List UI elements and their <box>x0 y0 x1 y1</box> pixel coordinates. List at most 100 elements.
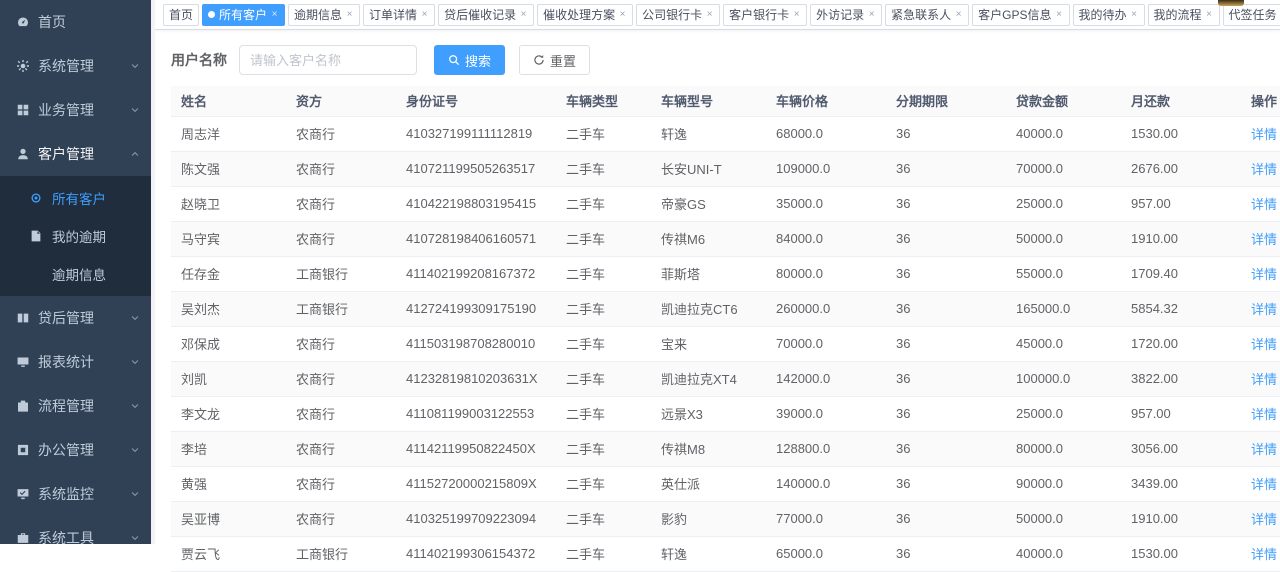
sidebar-item-4[interactable]: 系统监控 <box>0 472 151 516</box>
cell-vehicle-type: 二手车 <box>556 396 651 431</box>
sidebar-item-3[interactable]: 办公管理 <box>0 428 151 472</box>
cell-loan: 25000.0 <box>1006 186 1121 221</box>
detail-link[interactable]: 详情 <box>1251 232 1277 247</box>
sidebar-item-3[interactable]: 客户管理 <box>0 132 151 176</box>
table-row[interactable]: 赵晓卫 农商行 410422198803195415 二手车 帝豪GS 3500… <box>171 186 1280 221</box>
tab-12[interactable]: 我的流程 × <box>1148 4 1220 26</box>
box-icon <box>15 442 31 458</box>
sidebar-item-2[interactable]: 流程管理 <box>0 384 151 428</box>
detail-link[interactable]: 详情 <box>1251 197 1277 212</box>
close-icon[interactable]: × <box>270 10 279 20</box>
cell-loan: 80000.0 <box>1006 431 1121 466</box>
detail-link[interactable]: 详情 <box>1251 512 1277 527</box>
detail-link[interactable]: 详情 <box>1251 407 1277 422</box>
sidebar-item-5[interactable]: 系统工具 <box>0 516 151 560</box>
detail-link[interactable]: 详情 <box>1251 477 1277 492</box>
avatar[interactable] <box>1218 0 1244 6</box>
tab-5[interactable]: 催收处理方案 × <box>537 4 633 26</box>
table-row[interactable]: 邓保成 农商行 411503198708280010 二手车 宝来 70000.… <box>171 326 1280 361</box>
refresh-icon <box>533 54 545 66</box>
cell-funder: 农商行 <box>286 116 396 151</box>
detail-link[interactable]: 详情 <box>1251 372 1277 387</box>
table-row[interactable]: 贾云飞 工商银行 411402199306154372 二手车 轩逸 65000… <box>171 536 1280 571</box>
search-button[interactable]: 搜索 <box>434 45 505 75</box>
table-row[interactable]: 吴刘杰 工商银行 412724199309175190 二手车 凯迪拉克CT6 … <box>171 291 1280 326</box>
sidebar: 首页 系统管理 业务管理 客户管理 所有客户 我的逾期 逾期信息 贷后管理 报表… <box>0 0 151 544</box>
tab-7[interactable]: 客户银行卡 × <box>723 4 807 26</box>
table-row[interactable]: 周志洋 农商行 410327199111112819 二手车 轩逸 68000.… <box>171 116 1280 151</box>
column-header-8: 月还款 <box>1121 86 1241 116</box>
tab-9[interactable]: 紧急联系人 × <box>885 4 969 26</box>
cell-monthly: 957.00 <box>1121 186 1241 221</box>
close-icon[interactable]: × <box>1205 10 1214 20</box>
search-label: 用户名称 <box>171 50 227 70</box>
close-icon[interactable]: × <box>705 10 714 20</box>
table-row[interactable]: 马守宾 农商行 410728198406160571 二手车 传祺M6 8400… <box>171 221 1280 256</box>
cell-id-number: 410728198406160571 <box>396 221 556 256</box>
close-icon[interactable]: × <box>1055 10 1064 20</box>
cell-term: 36 <box>886 501 1006 536</box>
search-input[interactable] <box>239 45 417 75</box>
chevron-down-icon <box>129 105 141 115</box>
detail-link[interactable]: 详情 <box>1251 442 1277 457</box>
chevron-down-icon <box>129 313 141 323</box>
tab-8[interactable]: 外访记录 × <box>810 4 882 26</box>
detail-link[interactable]: 详情 <box>1251 267 1277 282</box>
sidebar-subitem-2[interactable]: 逾期信息 <box>0 255 151 293</box>
close-icon[interactable]: × <box>792 10 801 20</box>
chevron-down-icon <box>129 533 141 543</box>
table-row[interactable]: 刘凯 农商行 41232819810203631X 二手车 凯迪拉克XT4 14… <box>171 361 1280 396</box>
close-icon[interactable]: × <box>618 10 627 20</box>
tab-3[interactable]: 订单详情 × <box>363 4 435 26</box>
tab-2[interactable]: 逾期信息 × <box>288 4 360 26</box>
table-row[interactable]: 李文龙 农商行 411081199003122553 二手车 远景X3 3900… <box>171 396 1280 431</box>
cell-action: 详情 <box>1241 256 1280 291</box>
tab-1[interactable]: 所有客户 × <box>202 4 285 26</box>
tab-11[interactable]: 我的待办 × <box>1073 4 1145 26</box>
sidebar-item-1[interactable]: 系统管理 <box>0 44 151 88</box>
close-icon[interactable]: × <box>519 10 528 20</box>
cell-name: 吴刘杰 <box>171 291 286 326</box>
table-row[interactable]: 吴亚博 农商行 410325199709223094 二手车 影豹 77000.… <box>171 501 1280 536</box>
sidebar-item-1[interactable]: 报表统计 <box>0 340 151 384</box>
close-icon[interactable]: × <box>1130 10 1139 20</box>
cell-price: 35000.0 <box>766 186 886 221</box>
cell-id-number: 411402199208167372 <box>396 256 556 291</box>
sidebar-item-0[interactable]: 首页 <box>0 0 151 44</box>
cell-name: 吴亚博 <box>171 501 286 536</box>
detail-link[interactable]: 详情 <box>1251 547 1277 562</box>
sidebar-scrollbar[interactable] <box>151 0 155 544</box>
sidebar-subitem-1[interactable]: 我的逾期 <box>0 217 151 255</box>
tab-10[interactable]: 客户GPS信息 × <box>972 4 1069 26</box>
tab-13[interactable]: 代签任务 × <box>1223 4 1280 26</box>
detail-link[interactable]: 详情 <box>1251 337 1277 352</box>
dashboard-icon <box>15 14 31 30</box>
close-icon[interactable]: × <box>345 10 354 20</box>
detail-link[interactable]: 详情 <box>1251 127 1277 142</box>
table-row[interactable]: 任存金 工商银行 411402199208167372 二手车 菲斯塔 8000… <box>171 256 1280 291</box>
chevron-down-icon <box>129 357 141 367</box>
table-row[interactable]: 陈文强 农商行 410721199505263517 二手车 长安UNI-T 1… <box>171 151 1280 186</box>
cell-vehicle-type: 二手车 <box>556 221 651 256</box>
cell-monthly: 957.00 <box>1121 396 1241 431</box>
close-icon[interactable]: × <box>420 10 429 20</box>
cell-price: 68000.0 <box>766 116 886 151</box>
close-icon[interactable]: × <box>954 10 963 20</box>
cell-vehicle-type: 二手车 <box>556 361 651 396</box>
sidebar-item-0[interactable]: 贷后管理 <box>0 296 151 340</box>
sidebar-item-2[interactable]: 业务管理 <box>0 88 151 132</box>
detail-link[interactable]: 详情 <box>1251 302 1277 317</box>
reset-button[interactable]: 重置 <box>519 45 590 75</box>
cell-id-number: 410327199111112819 <box>396 116 556 151</box>
tab-6[interactable]: 公司银行卡 × <box>636 4 720 26</box>
tab-4[interactable]: 贷后催收记录 × <box>438 4 534 26</box>
cell-price: 142000.0 <box>766 361 886 396</box>
detail-link[interactable]: 详情 <box>1251 162 1277 177</box>
tab-0[interactable]: 首页 × <box>163 4 199 26</box>
table-row[interactable]: 李培 农商行 41142119950822450X 二手车 传祺M8 12880… <box>171 431 1280 466</box>
close-icon[interactable]: × <box>867 10 876 20</box>
cell-term: 36 <box>886 256 1006 291</box>
cell-vehicle-type: 二手车 <box>556 466 651 501</box>
table-row[interactable]: 黄强 农商行 41152720000215809X 二手车 英仕派 140000… <box>171 466 1280 501</box>
sidebar-subitem-0[interactable]: 所有客户 <box>0 179 151 217</box>
